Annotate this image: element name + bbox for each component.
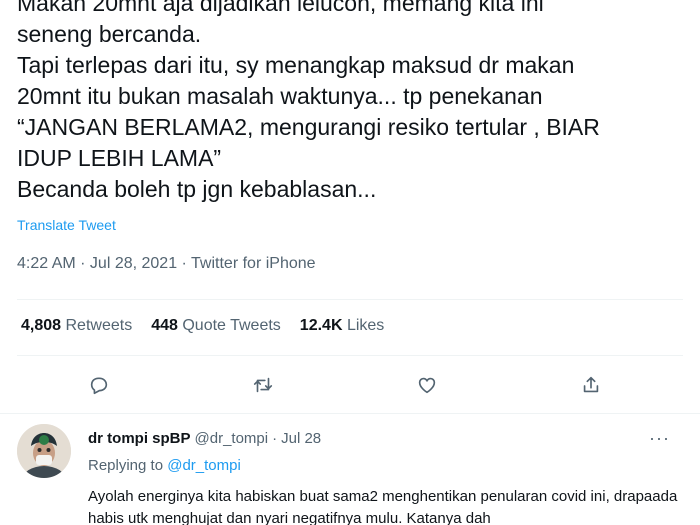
retweet-icon	[253, 377, 273, 393]
retweets-count: 4,808	[21, 317, 62, 334]
reply-date[interactable]: Jul 28	[281, 430, 321, 447]
translate-tweet-link[interactable]: Translate Tweet	[17, 217, 116, 233]
divider	[17, 355, 683, 356]
share-icon	[583, 376, 599, 393]
quote-tweets-count: 448	[151, 317, 178, 334]
likes-count: 12.4K	[299, 317, 343, 334]
retweet-button[interactable]	[249, 371, 277, 399]
like-icon	[418, 377, 436, 394]
replying-to: Replying to @dr_tompi	[88, 457, 241, 474]
tweet-text: Makan 20mnt aja dijadikan lelucon, meman…	[17, 0, 600, 202]
tweet-actions	[85, 371, 605, 399]
reply-icon	[90, 377, 108, 395]
tweet-timestamp[interactable]: 4:22 AM · Jul 28, 2021 · Twitter for iPh…	[17, 255, 316, 273]
separator: ·	[272, 430, 278, 447]
tweet-stats: 4,808 Retweets 448 Quote Tweets 12.4K Li…	[21, 317, 384, 335]
quote-tweets-label: Quote Tweets	[182, 317, 281, 334]
author-handle[interactable]: @dr_tompi	[195, 430, 269, 447]
reply-button[interactable]	[85, 371, 113, 399]
reply-text: Ayolah energinya kita habiskan buat sama…	[88, 488, 678, 525]
divider	[17, 299, 683, 300]
reply-header: dr tompi spBP @dr_tompi · Jul 28	[88, 430, 321, 447]
likes-label: Likes	[346, 317, 385, 334]
like-button[interactable]	[413, 371, 441, 399]
retweets-stat[interactable]: 4,808 Retweets	[21, 317, 132, 335]
profile-photo-icon	[17, 424, 71, 478]
avatar[interactable]	[17, 424, 71, 478]
retweets-label: Retweets	[65, 317, 133, 334]
replying-handle-link[interactable]: @dr_tompi	[167, 457, 241, 474]
share-button[interactable]	[577, 371, 605, 399]
replying-prefix: Replying to	[88, 457, 164, 474]
quote-tweets-stat[interactable]: 448 Quote Tweets	[151, 317, 281, 335]
author-name[interactable]: dr tompi spBP	[88, 430, 191, 447]
likes-stat[interactable]: 12.4K Likes	[300, 317, 385, 335]
more-options-button[interactable]: ···	[649, 428, 670, 449]
reply-tweet[interactable]: dr tompi spBP @dr_tompi · Jul 28 ··· Rep…	[0, 414, 700, 525]
